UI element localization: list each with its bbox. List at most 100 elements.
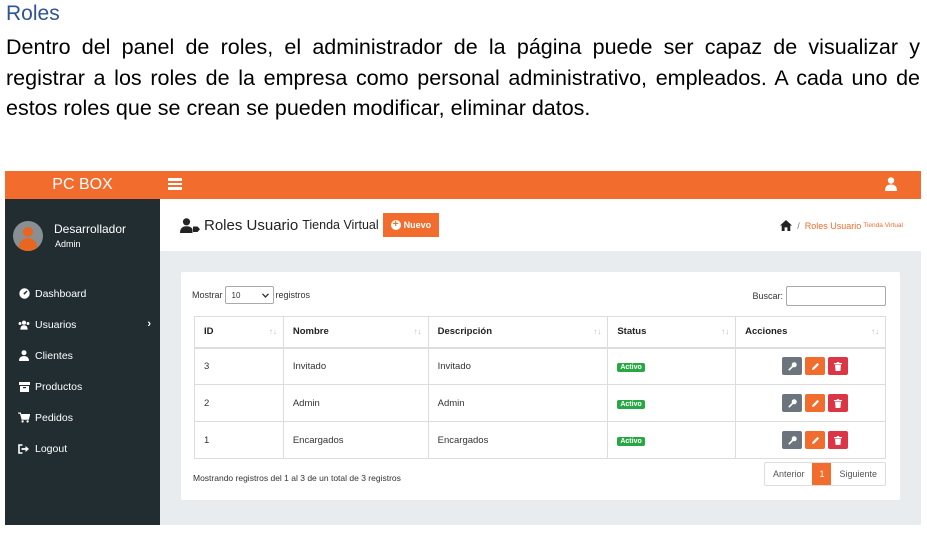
new-role-button[interactable]: + Nuevo xyxy=(382,213,440,237)
search-label: Buscar: xyxy=(752,291,783,301)
sidebar-item-pedidos[interactable]: Pedidos xyxy=(5,402,160,433)
plus-circle-icon: + xyxy=(390,220,401,230)
prev-page-button[interactable]: Anterior xyxy=(765,463,813,485)
roles-table-card: Mostrar 10 registros Buscar: ID ↑↓ Nombre… xyxy=(181,272,900,500)
menu-toggle-icon[interactable] xyxy=(168,176,182,192)
sidebar-item-label: Productos xyxy=(35,380,83,393)
column-header-id[interactable]: ID ↑↓ xyxy=(194,316,284,349)
cell-descripcion: Invitado xyxy=(427,347,609,385)
roles-table: ID ↑↓ Nombre ↑↓ Descripción ↑↓ Status ↑↓ Acc… xyxy=(194,316,886,459)
archive-icon xyxy=(18,381,30,393)
profile-name: Desarrollador xyxy=(54,222,127,236)
cell-actions xyxy=(735,347,886,385)
breadcrumb-current[interactable]: Roles Usuario xyxy=(805,221,862,231)
cell-nombre: Encargados xyxy=(282,421,429,459)
key-icon xyxy=(787,435,797,445)
top-navbar: PC BOX xyxy=(5,171,921,199)
breadcrumb-sub: Tienda Virtual xyxy=(863,222,903,229)
trash-icon xyxy=(834,435,843,445)
page-title: Roles Usuario Tienda Virtual + Nuevo xyxy=(180,213,440,237)
sidebar-item-clientes[interactable]: Clientes xyxy=(5,340,160,371)
doc-heading: Roles xyxy=(6,2,60,25)
column-header-status[interactable]: Status ↑↓ xyxy=(607,316,737,349)
records-label: registros xyxy=(275,290,311,300)
table-info: Mostrando registros del 1 al 3 de un tot… xyxy=(193,473,401,483)
breadcrumb-separator: / xyxy=(797,220,800,231)
table-row: 2 Admin Admin Activo xyxy=(194,384,886,422)
cell-status: Activo xyxy=(607,347,737,385)
cell-descripcion: Admin xyxy=(427,384,609,422)
user-icon xyxy=(18,350,30,362)
status-badge: Activo xyxy=(617,399,645,409)
new-button-label: Nuevo xyxy=(403,220,432,230)
cell-status: Activo xyxy=(607,384,737,422)
user-menu-icon[interactable] xyxy=(885,177,897,191)
column-header-nombre[interactable]: Nombre ↑↓ xyxy=(282,316,429,349)
permissions-button[interactable] xyxy=(782,357,803,376)
pencil-icon xyxy=(811,436,819,444)
column-header-descripcion[interactable]: Descripción ↑↓ xyxy=(427,316,609,349)
pagination: Anterior 1 Siguiente xyxy=(763,462,886,486)
cell-actions xyxy=(735,384,886,422)
permissions-button[interactable] xyxy=(782,394,803,412)
page-header: Roles Usuario Tienda Virtual + Nuevo / Ro… xyxy=(160,199,921,251)
app-screenshot: PC BOX Desarrollador Admin Dashboard Usu… xyxy=(5,171,921,525)
key-icon xyxy=(787,398,797,408)
avatar xyxy=(13,221,43,251)
page-length-select[interactable]: 10 xyxy=(224,286,274,304)
cell-descripcion: Encargados xyxy=(427,421,609,459)
pencil-icon xyxy=(811,362,819,370)
user-profile: Desarrollador Admin xyxy=(5,199,160,271)
search-control: Buscar: xyxy=(752,286,886,306)
cell-id: 3 xyxy=(194,347,284,385)
edit-button[interactable] xyxy=(805,394,826,412)
logout-icon xyxy=(18,443,30,455)
table-header-row: ID ↑↓ Nombre ↑↓ Descripción ↑↓ Status ↑↓ Acc… xyxy=(194,316,886,349)
sidebar-item-dashboard[interactable]: Dashboard xyxy=(5,278,160,309)
page-1-button[interactable]: 1 xyxy=(812,463,832,485)
cell-nombre: Invitado xyxy=(282,347,429,385)
sidebar-item-label: Logout xyxy=(35,442,68,455)
sidebar-item-usuarios[interactable]: Usuarios › xyxy=(5,309,160,340)
cell-actions xyxy=(735,421,886,459)
sidebar: Desarrollador Admin Dashboard Usuarios ›… xyxy=(5,199,160,525)
brand-logo[interactable]: PC BOX xyxy=(5,171,160,199)
permissions-button[interactable] xyxy=(782,431,803,449)
chevron-down-icon xyxy=(261,292,269,298)
user-tag-icon xyxy=(180,217,200,233)
pencil-icon xyxy=(811,399,819,407)
page-length-control: Mostrar 10 registros xyxy=(192,286,310,304)
cell-status: Activo xyxy=(607,421,737,459)
main-content: Roles Usuario Tienda Virtual + Nuevo / Ro… xyxy=(160,199,921,525)
page-length-value: 10 xyxy=(231,290,241,300)
sidebar-nav: Dashboard Usuarios › Clientes Productos … xyxy=(5,278,160,464)
delete-button[interactable] xyxy=(828,431,849,449)
delete-button[interactable] xyxy=(828,357,849,376)
key-icon xyxy=(787,362,797,371)
cart-icon xyxy=(18,412,30,424)
edit-button[interactable] xyxy=(805,431,826,449)
status-badge: Activo xyxy=(617,362,645,372)
sidebar-item-label: Pedidos xyxy=(35,411,73,424)
next-page-button[interactable]: Siguiente xyxy=(831,463,885,485)
table-row: 3 Invitado Invitado Activo xyxy=(194,347,886,385)
cell-nombre: Admin xyxy=(282,384,429,422)
page-subtitle: Tienda Virtual xyxy=(302,218,379,232)
dashboard-icon xyxy=(18,288,30,300)
trash-icon xyxy=(834,361,843,371)
sidebar-item-productos[interactable]: Productos xyxy=(5,371,160,402)
edit-button[interactable] xyxy=(805,357,826,376)
users-icon xyxy=(18,319,30,331)
breadcrumb: / Roles Usuario Tienda Virtual xyxy=(780,220,903,231)
profile-role: Admin xyxy=(55,239,81,249)
cell-id: 2 xyxy=(194,384,284,422)
status-badge: Activo xyxy=(617,436,645,446)
delete-button[interactable] xyxy=(828,394,849,412)
sidebar-item-logout[interactable]: Logout xyxy=(5,433,160,464)
search-input[interactable] xyxy=(786,286,886,306)
page-title-text: Roles Usuario xyxy=(204,216,299,234)
column-header-acciones[interactable]: Acciones ↑↓ xyxy=(735,316,886,349)
home-icon[interactable] xyxy=(780,220,793,231)
sidebar-item-label: Clientes xyxy=(35,349,73,362)
trash-icon xyxy=(834,398,843,408)
